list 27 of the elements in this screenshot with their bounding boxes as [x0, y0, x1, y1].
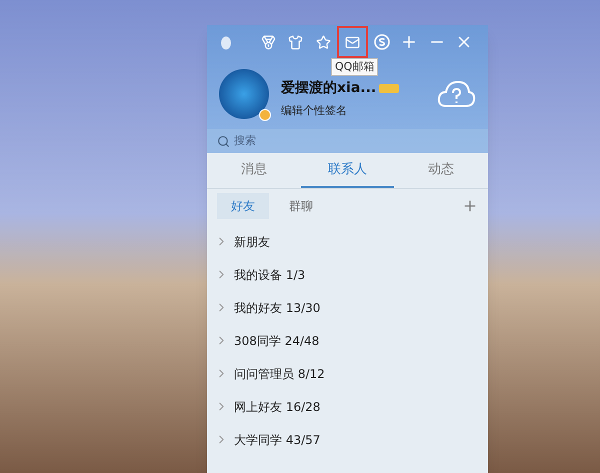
group-item[interactable]: 308同学 24/48	[207, 324, 488, 357]
medal-icon[interactable]	[260, 34, 276, 50]
tab[interactable]: 联系人	[300, 153, 394, 188]
search-field[interactable]: 搜索	[234, 132, 434, 150]
search-icon	[217, 134, 230, 148]
add-icon[interactable]	[462, 198, 478, 214]
cloud-question-icon[interactable]	[436, 78, 476, 110]
level-badge-icon	[379, 84, 400, 94]
mail-icon[interactable]	[345, 34, 360, 50]
group-item[interactable]: 网上好友 16/28	[207, 390, 488, 423]
search-bar[interactable]: 搜索	[207, 129, 488, 153]
group-item[interactable]: 我的好友 13/30	[207, 291, 488, 324]
group-item[interactable]: 我的设备 1/3	[207, 258, 488, 291]
group-item[interactable]: 问问管理员 8/12	[207, 357, 488, 390]
status-icon	[259, 109, 271, 121]
tooltip: QQ邮箱	[331, 58, 378, 76]
subtab[interactable]: 群聊	[275, 193, 327, 219]
nickname: 爱摆渡的xia...	[281, 79, 376, 98]
tab[interactable]: 动态	[394, 153, 488, 188]
group-item[interactable]: 大学同学 43/57	[207, 423, 488, 456]
group-item[interactable]: 新朋友	[207, 225, 488, 258]
star-icon[interactable]	[316, 34, 331, 50]
s-circle-icon[interactable]	[374, 34, 390, 50]
signature[interactable]: 编辑个性签名	[281, 103, 424, 120]
shirt-icon[interactable]	[288, 34, 304, 50]
avatar	[219, 69, 269, 119]
tab[interactable]: 消息	[207, 153, 301, 188]
